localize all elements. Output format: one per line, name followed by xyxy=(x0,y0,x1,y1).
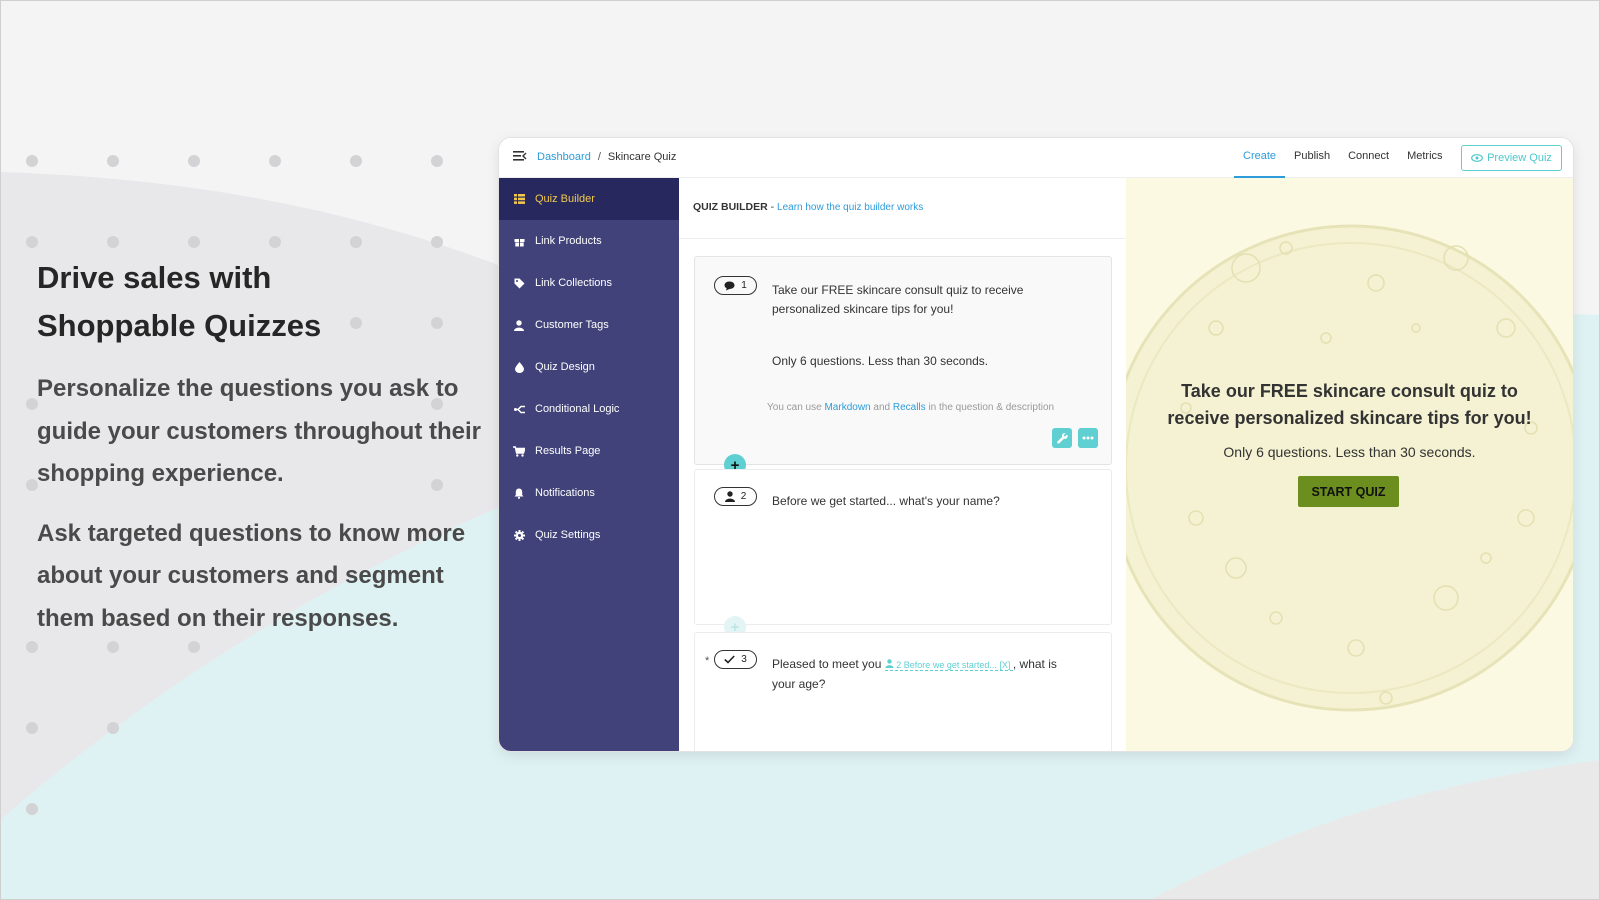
builder-heading: QUIZ BUILDER - Learn how the quiz builde… xyxy=(693,201,923,213)
sidebar-item-label: Quiz Builder xyxy=(535,193,595,205)
recall-chip[interactable]: 2 Before we get started... [X] xyxy=(884,659,1013,671)
top-tabs: Create Publish Connect Metrics xyxy=(1234,138,1452,178)
start-quiz-button[interactable]: START QUIZ xyxy=(1298,476,1399,507)
sidebar-item-customer-tags[interactable]: Customer Tags xyxy=(499,304,679,346)
note-and: and xyxy=(873,402,891,413)
droplet-icon xyxy=(513,361,525,373)
bubble-texture-image xyxy=(1126,224,1573,712)
question-number-badge: 1 xyxy=(714,276,757,295)
quiz-builder-panel: QUIZ BUILDER - Learn how the quiz builde… xyxy=(679,178,1126,751)
marketing-paragraph-2: Ask targeted questions to know more abou… xyxy=(37,519,466,632)
marketing-paragraph-1: Personalize the questions you ask to gui… xyxy=(37,375,482,487)
tab-connect[interactable]: Connect xyxy=(1339,138,1398,178)
bell-icon xyxy=(513,487,525,499)
wrench-icon[interactable] xyxy=(1052,428,1072,448)
question-text[interactable]: Pleased to meet you 2 Before we get star… xyxy=(772,655,1092,693)
marketing-copy: Drive sales with Shoppable Quizzes Perso… xyxy=(37,254,487,640)
sidebar-item-label: Quiz Design xyxy=(535,361,595,373)
sidebar-item-label: Link Products xyxy=(535,235,602,247)
app-window: Dashboard / Skincare Quiz Create Publish C… xyxy=(499,138,1573,751)
check-icon xyxy=(724,655,735,664)
sidebar-item-label: Results Page xyxy=(535,445,601,457)
grid-list-icon xyxy=(513,193,525,205)
gift-icon xyxy=(513,235,525,247)
user-icon xyxy=(513,319,525,331)
chat-bubble-icon xyxy=(724,281,735,290)
question-number-badge: 3 xyxy=(714,650,757,669)
headline-line-1: Drive sales with xyxy=(37,260,272,295)
markdown-link[interactable]: Markdown xyxy=(824,402,870,413)
question-number: 2 xyxy=(740,491,747,502)
headline-line-2: Shoppable Quizzes xyxy=(37,308,322,343)
sidebar-item-label: Link Collections xyxy=(535,277,613,289)
preview-quiz-button[interactable]: Preview Quiz xyxy=(1461,145,1562,171)
headline: Drive sales with Shoppable Quizzes xyxy=(37,254,487,350)
sidebar-item-results-page[interactable]: Results Page xyxy=(499,430,679,472)
sidebar-item-label: Notifications xyxy=(535,487,595,499)
cart-icon xyxy=(513,445,525,457)
question-text[interactable]: Before we get started... what's your nam… xyxy=(772,492,1092,511)
breadcrumb: Dashboard / Skincare Quiz xyxy=(537,151,676,163)
question-number: 3 xyxy=(741,654,747,665)
quiz-preview-panel: Take our FREE skincare consult quiz to r… xyxy=(1126,178,1573,751)
eye-icon xyxy=(1471,154,1483,162)
more-options-icon[interactable] xyxy=(1078,428,1098,448)
builder-heading-separator: - xyxy=(770,201,775,213)
recall-text: Before we get started... [X] xyxy=(903,660,1011,670)
question-text-start: Pleased to meet you xyxy=(772,657,882,671)
builder-divider xyxy=(679,238,1126,239)
learn-quiz-builder-link[interactable]: Learn how the quiz builder works xyxy=(777,202,923,213)
tag-icon xyxy=(513,277,525,289)
question-text-line2: your age? xyxy=(772,676,826,691)
preview-quiz-subtitle: Only 6 questions. Less than 30 seconds. xyxy=(1223,444,1476,460)
builder-title: QUIZ BUILDER xyxy=(693,201,768,213)
recalls-link[interactable]: Recalls xyxy=(893,402,926,413)
sidebar-item-link-products[interactable]: Link Products xyxy=(499,220,679,262)
top-bar: Dashboard / Skincare Quiz Create Publish C… xyxy=(499,138,1573,178)
tab-publish[interactable]: Publish xyxy=(1285,138,1339,178)
question-number: 1 xyxy=(741,280,747,291)
breadcrumb-dashboard-link[interactable]: Dashboard xyxy=(537,151,591,163)
question-card-1[interactable]: 1 Take our FREE skincare consult quiz to… xyxy=(694,256,1112,465)
sidebar-item-quiz-settings[interactable]: Quiz Settings xyxy=(499,514,679,556)
preview-quiz-title: Take our FREE skincare consult quiz to r… xyxy=(1167,381,1532,428)
person-icon xyxy=(724,491,735,502)
sidebar: Quiz Builder Link Products Link Collecti… xyxy=(499,178,679,751)
note-suffix: in the question & description xyxy=(928,402,1055,413)
question-description[interactable]: Only 6 questions. Less than 30 seconds. xyxy=(772,352,1092,371)
hamburger-menu-icon[interactable] xyxy=(513,150,527,162)
sidebar-item-link-collections[interactable]: Link Collections xyxy=(499,262,679,304)
breadcrumb-current: Skincare Quiz xyxy=(607,151,677,163)
question-number-badge: 2 xyxy=(714,487,757,506)
preview-quiz-label: Preview Quiz xyxy=(1487,152,1552,164)
note-prefix: You can use xyxy=(767,402,822,413)
required-marker: * xyxy=(705,655,710,667)
markdown-recalls-note: You can use Markdown and Recalls in the … xyxy=(767,402,1054,413)
tab-metrics[interactable]: Metrics xyxy=(1398,138,1451,178)
sidebar-item-quiz-design[interactable]: Quiz Design xyxy=(499,346,679,388)
question-text[interactable]: Take our FREE skincare consult quiz to r… xyxy=(772,281,1032,318)
sidebar-item-quiz-builder[interactable]: Quiz Builder xyxy=(499,178,679,220)
breadcrumb-separator: / xyxy=(597,151,601,163)
question-text-end: , what is xyxy=(1012,657,1057,671)
question-card-2[interactable]: 2 Before we get started... what's your n… xyxy=(694,469,1112,625)
sidebar-item-label: Quiz Settings xyxy=(535,529,601,541)
sidebar-item-notifications[interactable]: Notifications xyxy=(499,472,679,514)
person-icon xyxy=(885,659,894,668)
sidebar-item-conditional-logic[interactable]: Conditional Logic xyxy=(499,388,679,430)
tab-create[interactable]: Create xyxy=(1234,138,1286,178)
question-card-3[interactable]: * 3 Pleased to meet you 2 Before we get … xyxy=(694,632,1112,751)
sidebar-item-label: Conditional Logic xyxy=(535,403,620,415)
sidebar-item-label: Customer Tags xyxy=(535,319,609,331)
recall-number: 2 xyxy=(896,660,902,670)
gear-icon xyxy=(513,529,525,541)
branch-icon xyxy=(513,403,525,415)
